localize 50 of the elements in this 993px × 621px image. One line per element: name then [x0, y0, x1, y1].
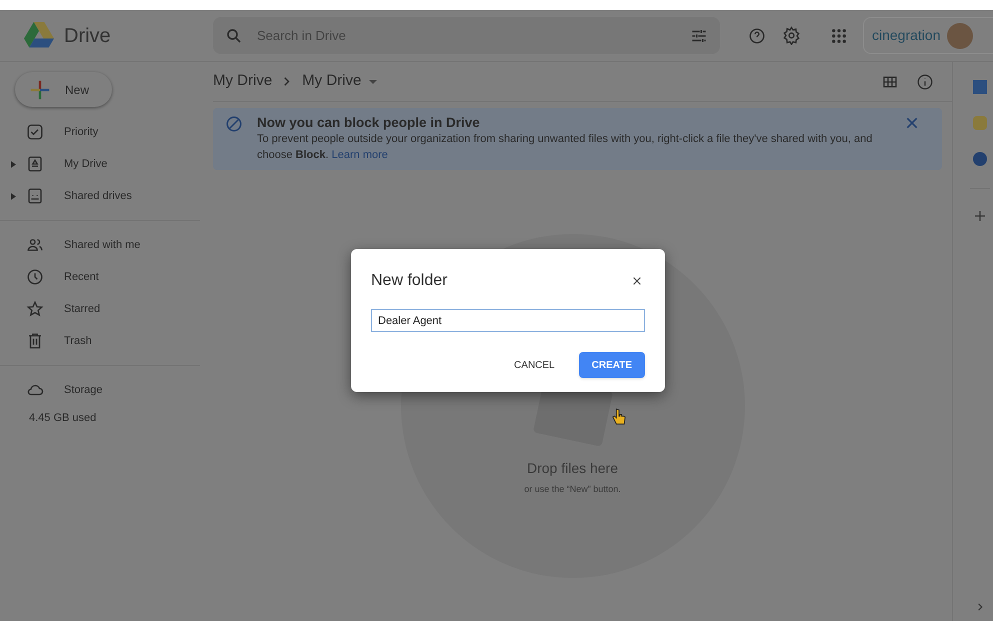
chevron-right-icon[interactable] — [978, 603, 982, 611]
sidebar-item[interactable]: Trash — [0, 325, 213, 357]
breadcrumb-item[interactable]: My Drive — [213, 70, 272, 93]
cancel-button[interactable]: CANCEL — [498, 352, 571, 378]
block-icon — [225, 115, 243, 133]
clock-icon — [26, 268, 44, 286]
shared-drives-icon — [26, 187, 44, 205]
new-button[interactable]: New — [15, 72, 112, 107]
storage-used: 4.45 GB used — [29, 411, 98, 426]
sidebar-item[interactable]: Starred — [0, 293, 213, 325]
search-icon — [225, 26, 243, 44]
sidebar-item[interactable]: Priority — [0, 116, 213, 148]
grid-view-icon[interactable] — [882, 74, 898, 90]
learn-more-link[interactable]: Learn more — [332, 149, 388, 161]
banner-title: Now you can block people in Drive — [257, 115, 481, 131]
checkbox-icon — [26, 123, 44, 141]
account-logo: cinegration — [872, 26, 940, 45]
dropdown-caret-icon[interactable] — [369, 80, 378, 84]
hand-cursor-icon — [612, 408, 626, 426]
trash-icon — [26, 332, 44, 350]
dialog-title: New folder — [371, 271, 448, 291]
sidebar-item[interactable]: Shared drives — [0, 180, 213, 212]
account-button[interactable]: cinegration — [863, 17, 993, 54]
plus-icon[interactable] — [975, 211, 985, 221]
sidebar-item[interactable]: Storage — [0, 374, 213, 406]
app-name: Drive — [64, 24, 111, 48]
empty-state-title: Drop files here — [526, 459, 618, 478]
folder-name-field[interactable]: Dealer Agent — [371, 309, 645, 332]
breadcrumb-item[interactable]: My Drive — [302, 70, 362, 93]
avatar — [946, 22, 972, 48]
empty-state-subtitle: or use the “New” button. — [524, 483, 621, 496]
close-icon[interactable] — [633, 277, 641, 285]
help-icon[interactable] — [748, 26, 766, 44]
drive-logo-icon — [24, 22, 54, 49]
people-icon — [26, 236, 44, 254]
sidebar-item[interactable]: Recent — [0, 261, 213, 293]
expand-arrow-icon[interactable] — [10, 192, 16, 200]
expand-arrow-icon[interactable] — [10, 160, 16, 168]
sidebar-item[interactable]: Shared with me — [0, 229, 213, 261]
info-icon[interactable] — [916, 72, 934, 90]
chevron-right-icon — [284, 77, 290, 86]
sidebar-item[interactable]: My Drive — [0, 148, 213, 180]
create-button[interactable]: CREATE — [578, 352, 645, 378]
tasks-icon[interactable] — [973, 152, 987, 166]
apps-grid-icon[interactable] — [831, 28, 847, 44]
plus-icon — [29, 78, 51, 100]
settings-icon[interactable] — [782, 26, 801, 45]
star-icon — [26, 300, 44, 318]
drive-icon — [26, 155, 44, 173]
banner-text: To prevent people outside your organization from sharing unwanted files with you, right-click a file they've shared with you, and choose Block. Learn more — [257, 132, 874, 163]
